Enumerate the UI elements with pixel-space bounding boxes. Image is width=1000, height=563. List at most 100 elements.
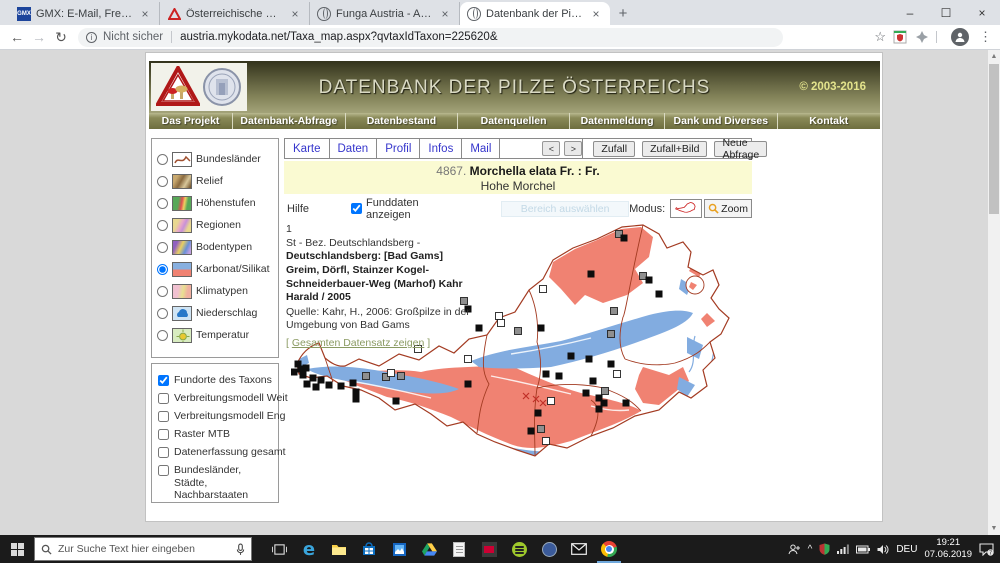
battery-icon[interactable] [856,545,870,554]
window-close-button[interactable]: × [964,0,1000,25]
page-scrollbar[interactable]: ▲ ▼ [988,50,1000,535]
address-bar[interactable]: i Nicht sicher austria.mykodata.net/Taxa… [78,28,783,47]
layer-radio[interactable] [157,286,168,297]
layer-radio[interactable] [157,308,168,319]
layer-radio[interactable] [157,198,168,209]
browser-tab-mykologische[interactable]: Österreichische Mykologische G × [160,2,310,25]
layer-radio[interactable] [157,154,168,165]
tab-close-icon[interactable]: × [138,7,152,21]
full-record-link[interactable]: [ Gesamten Datensatz zeigen ] [286,337,472,351]
taskbar-store[interactable] [354,535,384,563]
scroll-down-icon[interactable]: ▼ [988,522,1000,535]
volume-icon[interactable] [877,544,889,555]
nav-das-projekt[interactable]: Das Projekt [149,113,233,129]
layer-klimatypen[interactable]: Klimatypen [152,280,278,302]
tab-close-icon[interactable]: × [438,7,452,21]
layer-hoehenstufen[interactable]: Höhenstufen [152,192,278,214]
neue-abfrage-button[interactable]: Neue Abfrage [714,141,767,157]
tab-profil[interactable]: Profil [377,139,420,158]
option-checkbox[interactable] [158,411,169,422]
tab-infos[interactable]: Infos [420,139,462,158]
tab-daten[interactable]: Daten [330,139,378,158]
scrollbar-thumb[interactable] [989,64,999,214]
zufall-bild-button[interactable]: Zufall+Bild [642,141,707,157]
nav-dank-und-diverses[interactable]: Dank und Diverses [665,113,778,129]
option-checkbox[interactable] [158,429,169,440]
option-verbreitungsmodell-weit[interactable]: Verbreitungsmodell Weit [152,389,278,407]
taskbar-chrome-active[interactable] [594,535,624,563]
taskbar-spotify[interactable] [504,535,534,563]
task-view-button[interactable] [264,535,294,563]
layer-bundeslaender[interactable]: Bundesländer [152,148,278,170]
previous-taxon-button[interactable]: < [542,141,560,156]
back-icon[interactable]: ← [6,29,28,45]
tray-expand-icon[interactable]: ^ [808,544,813,555]
option-checkbox[interactable] [158,447,169,458]
taskbar-edge[interactable]: e [294,535,324,563]
tab-close-icon[interactable]: × [288,7,302,21]
option-checkbox[interactable] [158,393,169,404]
taskbar-drive[interactable] [414,535,444,563]
next-taxon-button[interactable]: > [564,141,582,156]
scroll-up-icon[interactable]: ▲ [988,50,1000,63]
taskbar-photos[interactable] [384,535,414,563]
url-text[interactable]: austria.mykodata.net/Taxa_map.aspx?qvtax… [180,31,497,43]
option-datenerfassung[interactable]: Datenerfassung gesamt [152,443,278,461]
tab-mail[interactable]: Mail [462,139,500,158]
layer-regionen[interactable]: Regionen [152,214,278,236]
distribution-map-area[interactable]: 1 St - Bez. Deutschlandsberg - Deutschla… [286,213,776,518]
taskbar-search[interactable]: Zur Suche Text hier eingeben [34,537,252,561]
keyboard-language[interactable]: DEU [896,544,917,555]
browser-tab-gmx[interactable]: GMX GMX: E-Mail, FreeMail & Nachric × [10,2,160,25]
browser-tab-funga[interactable]: Funga Austria - Antwort erstellen × [310,2,460,25]
window-minimize-button[interactable]: – [892,0,928,25]
nav-kontakt[interactable]: Kontakt [778,113,880,129]
microphone-icon[interactable] [236,543,245,556]
option-bundeslaender-staedte[interactable]: Bundesländer, Städte, Nachbarstaaten [152,461,278,505]
antivirus-shield-icon[interactable] [819,543,830,555]
taskbar-file-explorer[interactable] [324,535,354,563]
reload-icon[interactable]: ↻ [50,29,72,46]
security-label[interactable]: Nicht sicher [103,31,163,43]
option-checkbox[interactable] [158,465,169,476]
layer-radio[interactable] [157,176,168,187]
window-maximize-button[interactable]: ☐ [928,0,964,25]
layer-niederschlag[interactable]: Niederschlag [152,302,278,324]
link-text[interactable]: Gesamten Datensatz zeigen [292,337,425,349]
option-raster-mtb[interactable]: Raster MTB [152,425,278,443]
nav-datenmeldung[interactable]: Datenmeldung [570,113,665,129]
profile-avatar[interactable] [951,28,969,46]
layer-radio[interactable] [157,242,168,253]
taskbar-clock[interactable]: 19:21 07.06.2019 [924,537,972,561]
nav-datenbestand[interactable]: Datenbestand [346,113,459,129]
extension-generic-icon[interactable] [914,29,930,45]
option-fundorte[interactable]: Fundorte des Taxons [152,371,278,389]
tab-close-icon[interactable]: × [589,7,603,21]
taskbar-dark-app[interactable] [474,535,504,563]
zufall-button[interactable]: Zufall [593,141,635,157]
layer-karbonat-silikat[interactable]: Karbonat/Silikat [152,258,278,280]
forward-icon[interactable]: → [28,29,50,45]
nav-datenquellen[interactable]: Datenquellen [458,113,570,129]
bookmark-star-icon[interactable]: ☆ [874,29,886,45]
nav-datenbank-abfrage[interactable]: Datenbank-Abfrage [233,113,346,129]
layer-temperatur[interactable]: Temperatur [152,324,278,346]
network-icon[interactable] [837,544,849,554]
browser-tab-datenbank-active[interactable]: Datenbank der Pilze Österreichs × [460,2,610,25]
taskbar-community[interactable] [534,535,564,563]
layer-radio[interactable] [157,330,168,341]
tab-karte[interactable]: Karte [285,139,330,158]
option-verbreitungsmodell-eng[interactable]: Verbreitungsmodell Eng [152,407,278,425]
browser-menu-icon[interactable]: ⋮ [975,29,996,45]
layer-radio[interactable] [157,264,168,275]
taskbar-document[interactable] [444,535,474,563]
taskbar-mail[interactable] [564,535,594,563]
action-center-icon[interactable]: 7 [979,543,994,556]
start-button[interactable] [0,535,34,563]
layer-radio[interactable] [157,220,168,231]
new-tab-button[interactable]: + [610,2,636,25]
extension-shield-icon[interactable] [892,29,908,45]
layer-relief[interactable]: Relief [152,170,278,192]
layer-bodentypen[interactable]: Bodentypen [152,236,278,258]
page-info-icon[interactable]: i [86,32,97,43]
